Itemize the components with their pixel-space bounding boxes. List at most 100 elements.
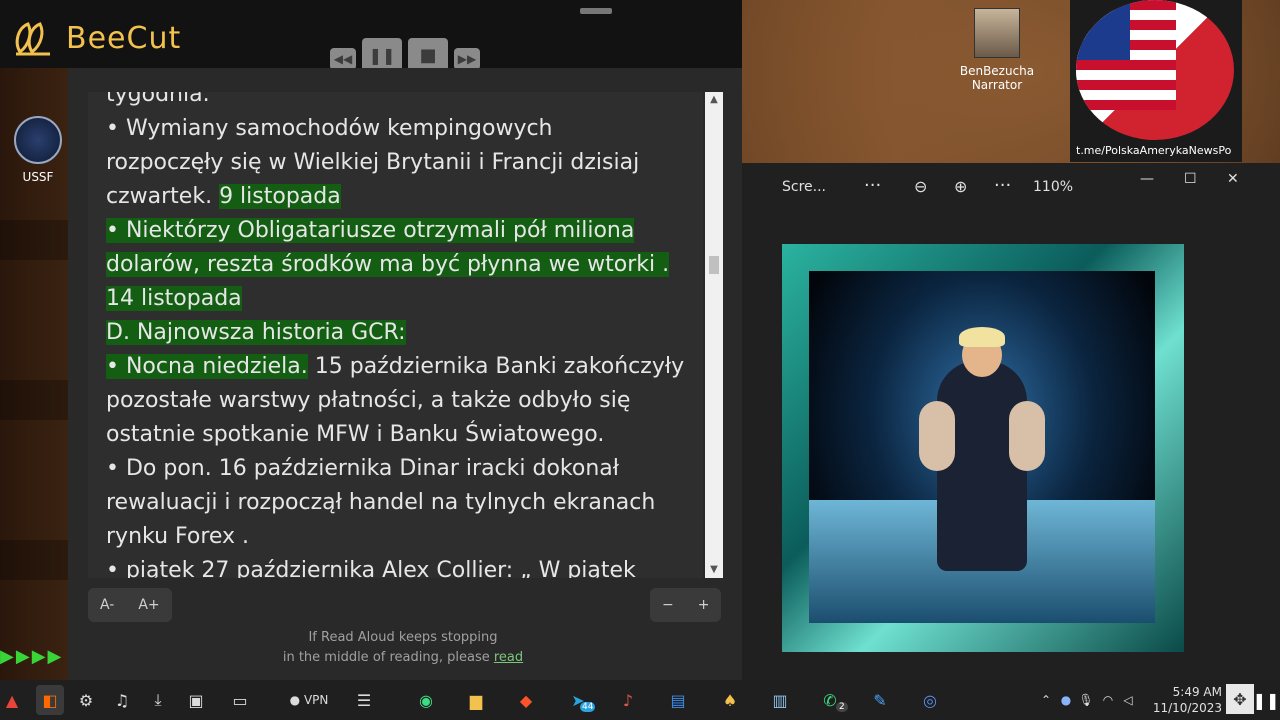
narrator-avatar (974, 8, 1020, 58)
text-line: • Niektórzy Obligatariusze otrzymali pół… (106, 214, 703, 248)
zoom-in-icon[interactable]: ⊕ (954, 177, 967, 196)
text-line-segment: • piątek 27 października Alex Collier: „… (106, 558, 636, 578)
ussf-desktop-icon[interactable]: USSF (14, 116, 62, 184)
microphone-icon[interactable]: 🎙 (1074, 688, 1098, 712)
text-line-segment: pozostałe warstwy płatności, a także odb… (106, 388, 631, 413)
telegram-badge: 44 (580, 702, 596, 712)
speaker-icon[interactable]: ◁ (1116, 688, 1140, 712)
beecut-taskbar-icon[interactable]: ♠ (718, 688, 742, 712)
viewer-options-button[interactable]: ··· (994, 175, 1011, 196)
read-aloud-hint: If Read Aloud keeps stopping in the midd… (218, 628, 588, 668)
whatsapp-badge: 2 (836, 702, 848, 712)
media-app-icon[interactable]: ♪ (616, 688, 640, 712)
music-icon[interactable]: ♫ (110, 688, 134, 712)
viewer-more-button[interactable]: ··· (864, 175, 881, 196)
narrator-desktop-icon[interactable]: BenBezucha Narrator (952, 8, 1042, 92)
record-app-icon[interactable]: ◎ (918, 688, 942, 712)
text-line-segment: dolarów, reszta środków ma być płynna we… (106, 252, 670, 277)
text-line-segment: rozpoczęły się w Wielkiej Brytanii i Fra… (106, 150, 640, 175)
telegram-channel-link[interactable]: t.me/PolskaAmerykaNewsPo (1076, 144, 1231, 157)
text-line: rynku Forex . (106, 520, 703, 554)
speed-minus-button[interactable]: − (650, 597, 686, 613)
pause-recording-icon[interactable]: ❚❚ (1253, 688, 1280, 712)
maximize-button[interactable]: ☐ (1184, 171, 1197, 187)
text-line-segment: rewaluacji i rozpoczął handel na tylnych… (106, 490, 656, 515)
hint-line-1: If Read Aloud keeps stopping (308, 630, 498, 645)
clock-date: 11/10/2023 (1152, 701, 1222, 715)
move-icon[interactable]: ✥ (1226, 684, 1254, 714)
drag-handle[interactable] (580, 8, 612, 14)
vpn-status-icon: ● (289, 693, 301, 707)
scroll-down-icon[interactable]: ▼ (705, 562, 723, 578)
text-line-segment: ostatnie spotkanie MFW i Banku Światoweg… (106, 422, 605, 447)
text-line: • Wymiany samochodów kempingowych (106, 112, 703, 146)
displayed-photo (809, 271, 1155, 623)
narrator-name: BenBezucha (959, 64, 1035, 78)
reading-text-area[interactable]: tygodnia. • Wymiany samochodów kempingowy… (88, 92, 703, 578)
pause-button[interactable]: ❚❚ (362, 38, 402, 72)
beecut-logo: BeeCut (10, 18, 181, 58)
close-button[interactable]: ✕ (1227, 171, 1239, 187)
extensions-icon[interactable]: ⚙ (74, 688, 98, 712)
menu-icon[interactable]: ☰ (352, 688, 376, 712)
file-explorer-icon[interactable]: ▆ (464, 688, 488, 712)
rewind-icon: ◀◀ (333, 52, 353, 66)
edit-app-icon[interactable]: ✎ (868, 688, 892, 712)
stop-button[interactable]: ■ (408, 38, 448, 72)
text-line-segment: czwartek. (106, 184, 220, 209)
clock-time: 5:49 AM (1172, 685, 1222, 699)
notes-app-icon[interactable]: ▥ (768, 688, 792, 712)
text-line: dolarów, reszta środków ma być płynna we… (106, 248, 703, 282)
text-line-segment: D. Najnowsza historia GCR: (106, 320, 406, 345)
text-line: D. Najnowsza historia GCR: (106, 316, 703, 350)
clock[interactable]: 5:49 AM 11/10/2023 (1150, 684, 1222, 716)
text-line: • Do pon. 16 października Dinar iracki d… (106, 452, 703, 486)
text-line-segment: 14 listopada (106, 286, 242, 311)
text-line: 14 listopada (106, 282, 703, 316)
ussf-logo-icon (14, 116, 62, 164)
minimize-button[interactable]: — (1140, 171, 1154, 187)
text-line-segment: • Do pon. 16 października Dinar iracki d… (106, 456, 620, 481)
green-arrows-decoration: ▶ ▶ ▶ ▶ (0, 646, 62, 667)
text-line: rewaluacji i rozpoczął handel na tylnych… (106, 486, 703, 520)
bee-icon (15, 22, 50, 56)
speed-plus-button[interactable]: + (686, 597, 722, 613)
warning-icon[interactable]: ▲ (0, 688, 24, 712)
font-decrease-button[interactable]: A- (88, 597, 126, 613)
font-increase-button[interactable]: A+ (126, 597, 171, 613)
text-line-segment: 15 października Banki zakończyły (307, 354, 685, 379)
scroll-thumb[interactable] (709, 256, 719, 274)
wallet-icon[interactable]: ▭ (228, 688, 252, 712)
stop-icon: ■ (419, 44, 437, 66)
sidebar-toggle-icon[interactable]: ▣ (184, 688, 208, 712)
font-size-controls: A- A+ (88, 588, 172, 622)
text-line-segment: • Niektórzy Obligatariusze otrzymali pół… (106, 218, 635, 243)
android-app-icon[interactable]: ◉ (414, 688, 438, 712)
viewer-toolbar: Scre... ··· ⊖ ⊕ ··· 110% — ☐ ✕ (742, 163, 1280, 213)
forward-button[interactable]: ▶▶ (454, 48, 480, 70)
text-line: czwartek. 9 listopada (106, 180, 703, 214)
rewind-button[interactable]: ◀◀ (330, 48, 356, 70)
brave-browser-icon[interactable]: ◆ (514, 688, 538, 712)
scroll-up-icon[interactable]: ▲ (705, 92, 723, 108)
narrator-role: Narrator (971, 78, 1023, 92)
text-line-segment: • Wymiany samochodów kempingowych (106, 116, 553, 141)
reading-text: tygodnia. • Wymiany samochodów kempingowy… (106, 92, 703, 578)
zoom-level: 110% (1033, 179, 1074, 195)
photo-frame (782, 244, 1184, 652)
vpn-label: VPN (303, 693, 329, 707)
brave-sidebar-icon[interactable]: ◧ (36, 685, 64, 715)
hint-read-link[interactable]: read (494, 650, 523, 665)
speed-controls: − + (650, 588, 722, 622)
text-line-segment: 9 listopada (219, 184, 341, 209)
forward-icon: ▶▶ (457, 52, 477, 66)
vpn-button[interactable]: ● VPN (284, 688, 334, 712)
photos-viewer-window: Scre... ··· ⊖ ⊕ ··· 110% — ☐ ✕ (742, 163, 1280, 680)
text-line: tygodnia. (106, 92, 703, 112)
taskbar: ▲ ◧ ⚙ ♫ ⤓ ▣ ▭ ● VPN ☰ ◉ ▆ ◆ ➤ 44 ♪ ▤ ♠ ▥… (0, 680, 1280, 720)
text-line-segment: tygodnia. (106, 92, 210, 107)
zoom-out-icon[interactable]: ⊖ (914, 177, 927, 196)
screen-capture-icon[interactable]: ▤ (666, 688, 690, 712)
text-scrollbar[interactable]: ▲ ▼ (705, 92, 723, 578)
download-icon[interactable]: ⤓ (146, 688, 170, 712)
